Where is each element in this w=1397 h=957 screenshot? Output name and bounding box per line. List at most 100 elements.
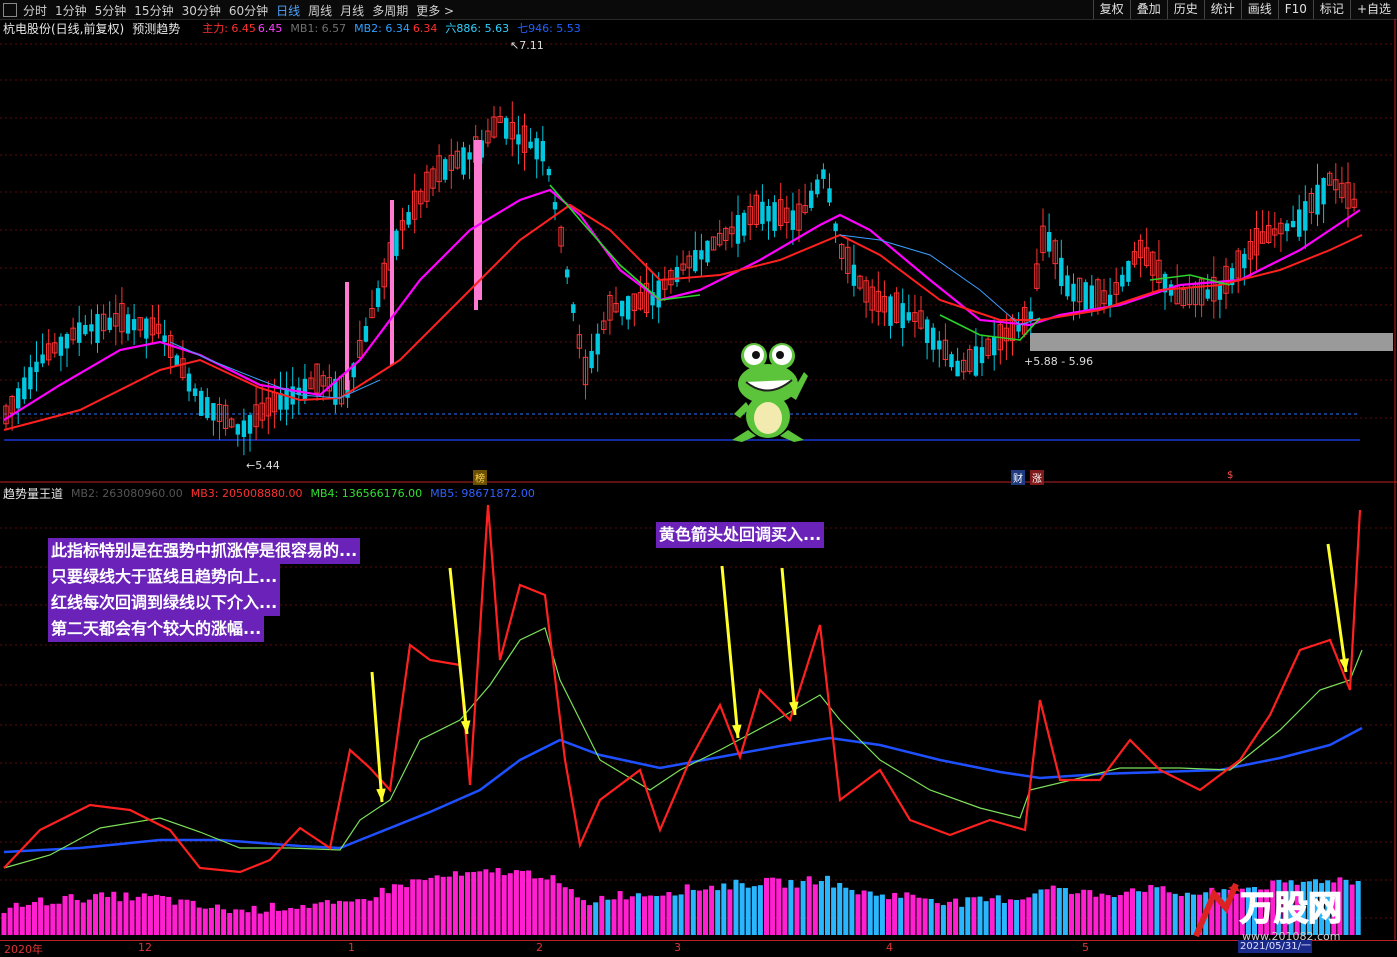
candle-body-down [1046, 232, 1052, 252]
volume-bar [123, 892, 129, 935]
volume-bar [74, 900, 80, 935]
volume-bar [867, 891, 873, 935]
candle-body-down [363, 326, 369, 342]
candle-body-down [199, 390, 204, 416]
volume-bar [983, 901, 989, 935]
candle-body-down [1083, 282, 1088, 312]
candle-body-down [900, 303, 905, 328]
volume-bar [1050, 885, 1056, 935]
volume-bar [922, 898, 928, 935]
annotation-line-3: 红线每次回调到绿线以下介入... [48, 590, 281, 616]
volume-bar [1136, 891, 1142, 935]
volume-bar [1166, 892, 1172, 935]
volume-bar [788, 879, 794, 935]
candle-body-down [1065, 275, 1070, 297]
candle-body-down [790, 210, 796, 230]
volume-bar [135, 896, 141, 935]
time-axis: 2020年 12 1 2 3 4 5 [0, 940, 1397, 956]
volume-bar [32, 901, 37, 935]
volume-bar [989, 898, 995, 935]
candle-body-down [34, 361, 39, 372]
volume-bar [233, 909, 239, 935]
candle-body-down [58, 336, 64, 356]
volume-bar [147, 896, 153, 935]
volume-bar [422, 880, 428, 935]
candle-body-down [571, 304, 576, 313]
volume-bar [642, 896, 647, 935]
mb2-value2: 6.34 [412, 21, 438, 35]
volume-bar [818, 881, 824, 935]
candle-body-down [992, 337, 997, 356]
price-zone-label: +5.88 - 5.96 [1024, 355, 1094, 368]
volume-bar [44, 905, 50, 935]
volume-bar [715, 890, 721, 935]
volume-bar [355, 899, 361, 935]
volume-bar [916, 897, 922, 935]
mb1-value: MB1: 6.57 [290, 21, 347, 35]
volume-bar [1056, 887, 1062, 935]
volume-bar [117, 901, 123, 935]
candle-body-down [40, 354, 45, 364]
volume-bar [1020, 899, 1026, 935]
sub-mb5-value: MB5: 98671872.00 [430, 486, 535, 500]
volume-bar [239, 909, 245, 935]
candle-body-down [131, 319, 137, 331]
volume-bar [635, 893, 641, 935]
annotation-line-1: 此指标特别是在强势中抓涨停是很容易的... [48, 538, 361, 564]
volume-bar [879, 894, 885, 935]
volume-bar [971, 897, 977, 935]
volume-bar [99, 892, 105, 935]
candle-body-down [528, 141, 533, 149]
volume-bar [477, 871, 483, 935]
volume-bar [764, 877, 769, 935]
volume-bar [62, 895, 68, 935]
volume-bar [166, 896, 172, 935]
volume-bar [1123, 891, 1129, 935]
candle-body-down [211, 403, 216, 421]
candle-body-down [626, 296, 631, 320]
volume-bar [849, 889, 855, 935]
kline-chart-canvas[interactable] [0, 0, 1397, 954]
volume-bar [526, 870, 532, 935]
volume-bar [245, 912, 251, 935]
candle-body-down [284, 388, 289, 410]
volume-bar [489, 872, 495, 935]
finance-marker[interactable]: 财 [1011, 470, 1025, 485]
volume-bar [581, 900, 586, 935]
candle-body-down [827, 188, 832, 203]
limit-up-marker[interactable]: 涨 [1030, 470, 1044, 485]
candle-body-down [516, 134, 521, 145]
volume-bar [215, 904, 220, 935]
volume-bar [660, 895, 666, 935]
volume-bar [1160, 886, 1166, 935]
volume-bar [751, 886, 757, 935]
volume-bar [428, 877, 434, 935]
volume-bar [770, 877, 776, 935]
axis-label-jan: 1 [348, 941, 355, 954]
volume-bar [349, 901, 355, 935]
volume-bar [843, 887, 849, 935]
annotation-line-2: 只要绿线大于蓝线且趋势向上... [48, 564, 281, 590]
volume-bar [160, 895, 166, 935]
candle-body-down [16, 388, 21, 409]
volume-bar [1099, 893, 1105, 935]
candle-body-down [565, 269, 570, 278]
candle-body-down [443, 159, 448, 180]
stock-name[interactable]: 杭电股份(日线,前复权) [3, 20, 124, 37]
indicator-name[interactable]: 预测趋势 [132, 20, 180, 37]
bang-marker[interactable]: 榜 [473, 470, 487, 485]
volume-bar [825, 875, 830, 935]
sub-chart-header: 趋势量王道 MB2: 263080960.00 MB3: 205008880.0… [3, 485, 543, 501]
volume-bar [361, 899, 367, 935]
volume-bar [587, 905, 593, 935]
volume-bar [398, 884, 403, 935]
candle-body-down [1126, 260, 1131, 282]
dollar-marker[interactable]: $ [1225, 470, 1235, 481]
candle-body-down [979, 347, 985, 364]
axis-label-apr: 4 [886, 941, 893, 954]
volume-bar [782, 887, 788, 935]
sub-indicator-name[interactable]: 趋势量王道 [3, 485, 63, 502]
volume-bar [794, 887, 800, 935]
volume-bar [1093, 896, 1099, 935]
candle-body-down [467, 152, 472, 160]
